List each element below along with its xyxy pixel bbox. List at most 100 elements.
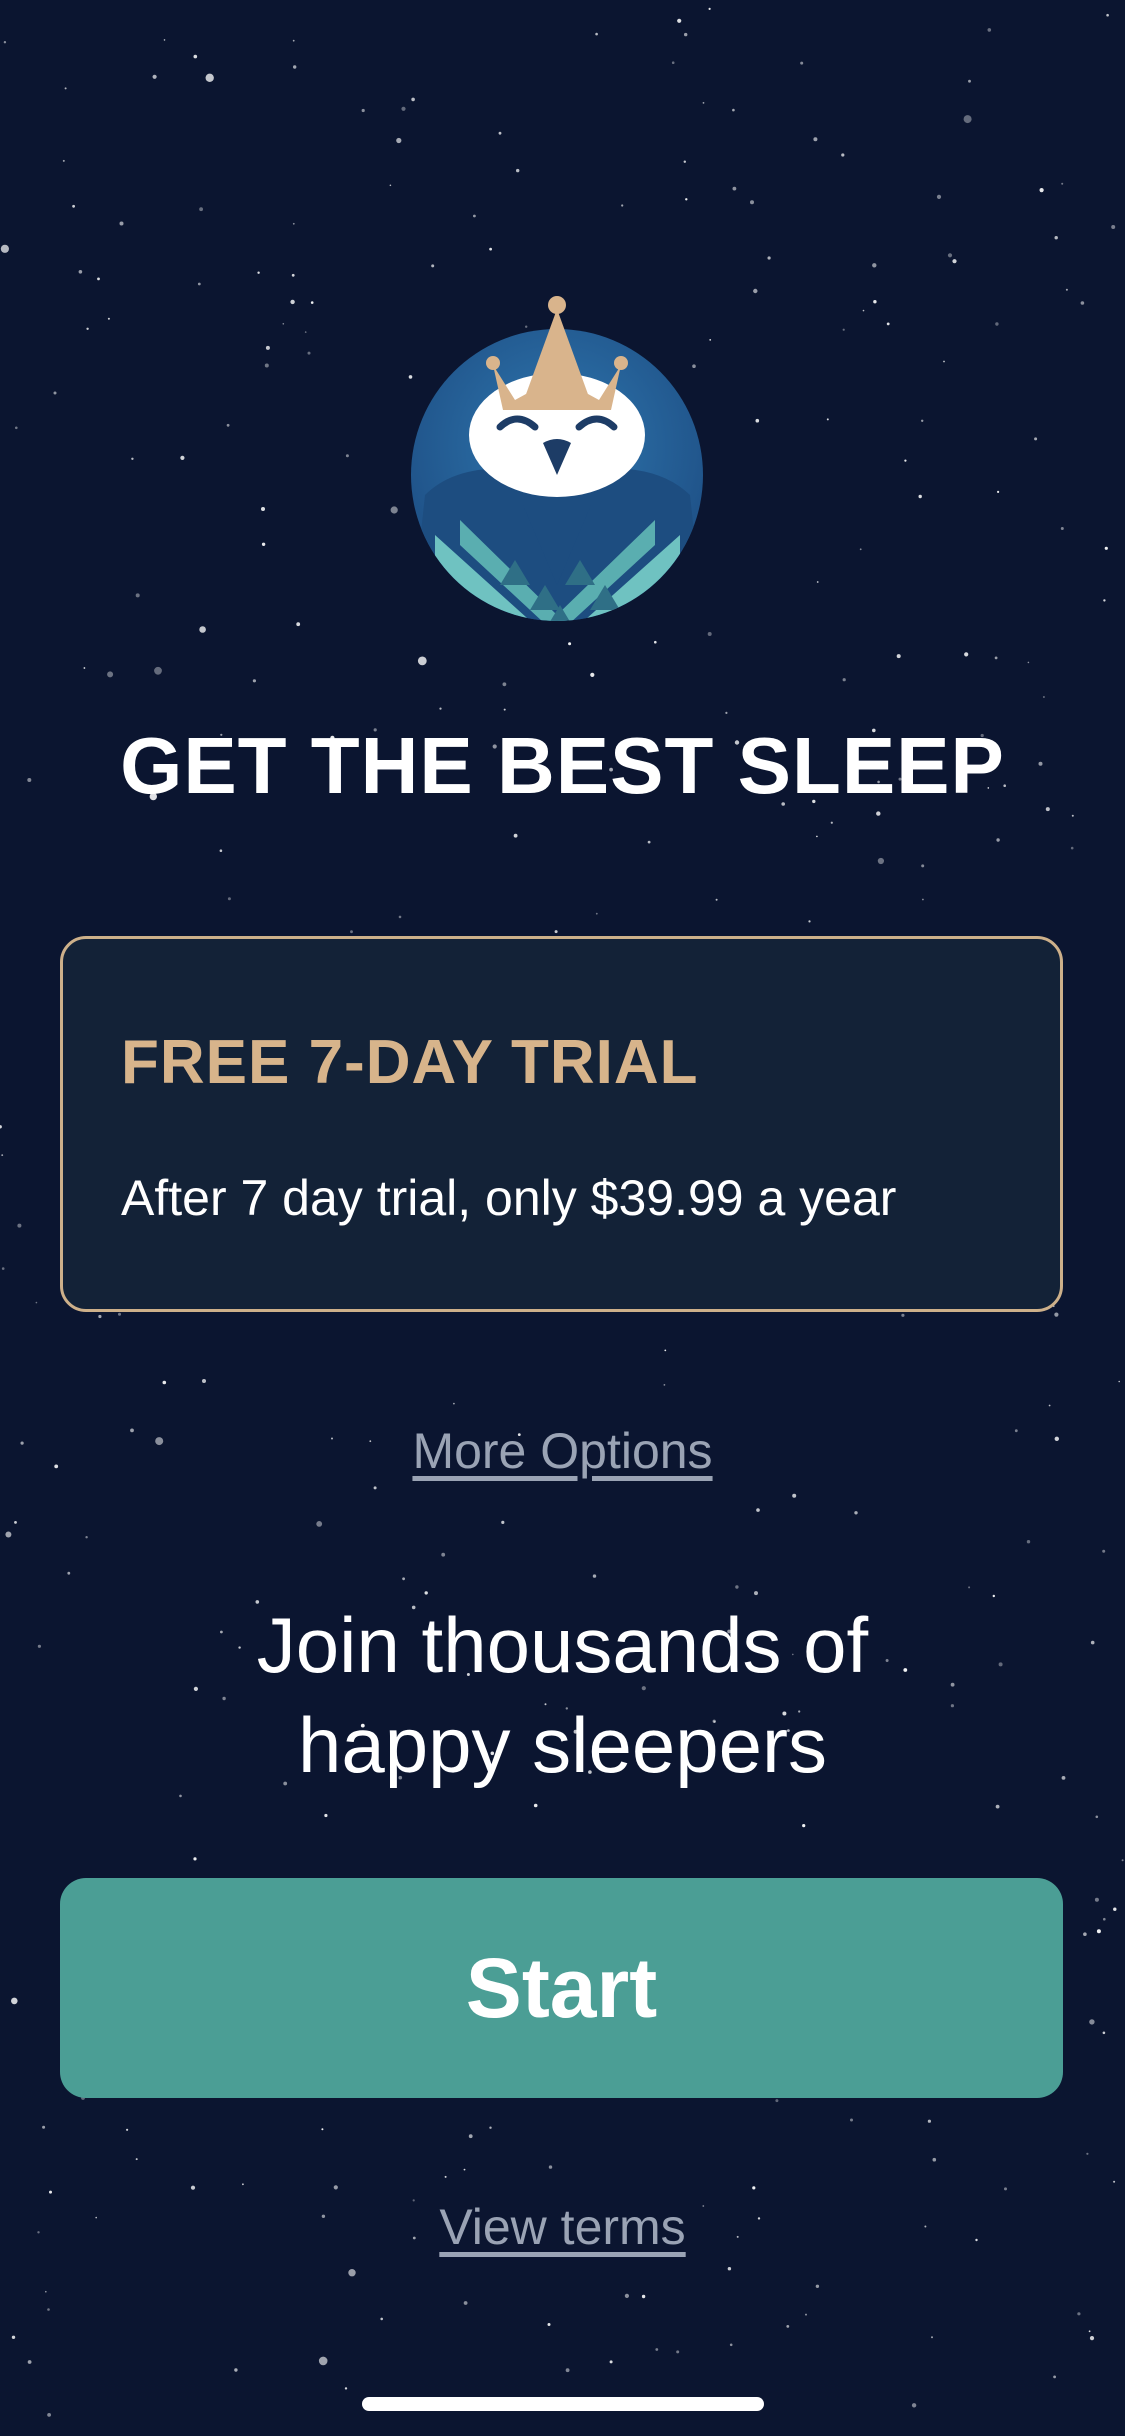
- star-dot: [444, 2175, 447, 2178]
- star-dot: [5, 1531, 12, 1538]
- star-dot: [162, 1380, 167, 1385]
- star-dot: [995, 322, 999, 326]
- star-dot: [47, 2308, 50, 2311]
- more-options-link[interactable]: More Options: [0, 1422, 1125, 1480]
- star-dot: [67, 1571, 71, 1575]
- star-dot: [264, 363, 269, 368]
- star-dot: [1080, 301, 1085, 305]
- star-dot: [685, 198, 688, 201]
- star-dot: [501, 1520, 505, 1524]
- star-dot: [344, 2387, 348, 2390]
- star-dot: [252, 679, 256, 683]
- star-dot: [932, 2157, 937, 2162]
- star-dot: [987, 28, 992, 32]
- star-dot: [42, 2125, 46, 2129]
- star-dot: [131, 457, 134, 460]
- star-dot: [715, 898, 718, 901]
- star-dot: [292, 39, 295, 42]
- star-dot: [234, 2368, 238, 2372]
- star-dot: [307, 351, 311, 355]
- star-dot: [463, 2301, 468, 2305]
- star-dot: [242, 2183, 244, 2186]
- star-dot: [708, 7, 711, 10]
- star-dot: [963, 115, 972, 124]
- star-dot: [463, 2168, 466, 2171]
- star-dot: [755, 418, 760, 423]
- star-dot: [1054, 236, 1058, 240]
- star-dot: [533, 1803, 538, 1808]
- star-dot: [197, 282, 201, 286]
- star-dot: [257, 271, 260, 274]
- star-dot: [396, 137, 402, 144]
- star-dot: [350, 930, 353, 934]
- star-dot: [398, 915, 402, 919]
- star-dot: [732, 108, 735, 112]
- star-dot: [872, 263, 877, 268]
- star-dot: [702, 102, 705, 104]
- star-dot: [655, 2348, 659, 2351]
- star-dot: [0, 244, 9, 253]
- star-dot: [732, 186, 737, 191]
- star-dot: [292, 222, 295, 225]
- star-dot: [14, 1521, 17, 1524]
- star-dot: [324, 1813, 328, 1818]
- star-dot: [411, 97, 415, 102]
- view-terms-link[interactable]: View terms: [0, 2198, 1125, 2256]
- headline: GET THE BEST SLEEP: [120, 721, 1005, 810]
- star-dot: [671, 61, 675, 64]
- free-trial-offer-card[interactable]: FREE 7-DAY TRIAL After 7 day trial, only…: [60, 936, 1063, 1312]
- home-indicator[interactable]: [362, 2397, 764, 2411]
- star-dot: [997, 490, 1000, 493]
- star-dot: [78, 270, 83, 274]
- star-dot: [624, 2293, 630, 2298]
- star-dot: [1104, 546, 1108, 550]
- star-dot: [996, 838, 1000, 842]
- star-dot: [873, 300, 877, 304]
- star-dot: [86, 327, 89, 330]
- star-dot: [498, 131, 502, 135]
- star-dot: [226, 423, 230, 427]
- start-button[interactable]: Start: [60, 1878, 1063, 2098]
- star-dot: [516, 168, 520, 173]
- star-dot: [727, 2267, 732, 2271]
- star-dot: [345, 454, 349, 458]
- star-dot: [53, 391, 57, 395]
- star-dot: [816, 835, 818, 838]
- star-dot: [595, 912, 598, 915]
- star-dot: [152, 74, 157, 79]
- star-dot: [361, 108, 365, 113]
- star-dot: [1061, 182, 1064, 185]
- star-dot: [1, 1154, 4, 1156]
- star-dot: [489, 247, 492, 251]
- star-dot: [952, 259, 957, 264]
- star-dot: [729, 2343, 733, 2347]
- star-dot: [473, 214, 476, 218]
- paywall-screen: GET THE BEST SLEEP FREE 7-DAY TRIAL Afte…: [0, 0, 1125, 2436]
- star-dot: [1096, 1929, 1101, 1934]
- star-dot: [199, 207, 204, 212]
- star-dot: [565, 2368, 570, 2373]
- star-dot: [389, 184, 392, 187]
- star-dot: [918, 494, 922, 499]
- star-dot: [1089, 2019, 1095, 2025]
- star-dot: [1103, 1917, 1106, 1921]
- star-dot: [802, 1824, 806, 1828]
- star-dot: [154, 666, 162, 675]
- star-dot: [296, 622, 301, 627]
- star-dot: [97, 277, 100, 281]
- star-dot: [439, 707, 442, 710]
- star-dot: [163, 39, 166, 41]
- star-dot: [219, 849, 223, 852]
- star-dot: [1118, 1380, 1120, 1383]
- star-dot: [72, 204, 75, 208]
- star-dot: [947, 253, 953, 258]
- tagline-line-1: Join thousands of: [256, 1601, 869, 1689]
- star-dot: [126, 2128, 129, 2131]
- star-dot: [654, 640, 657, 644]
- star-dot: [441, 1552, 446, 1557]
- star-dot: [193, 1857, 197, 1861]
- star-dot: [896, 654, 901, 659]
- star-dot: [663, 1384, 666, 1386]
- star-dot: [1039, 188, 1044, 193]
- star-dot: [85, 1536, 88, 1539]
